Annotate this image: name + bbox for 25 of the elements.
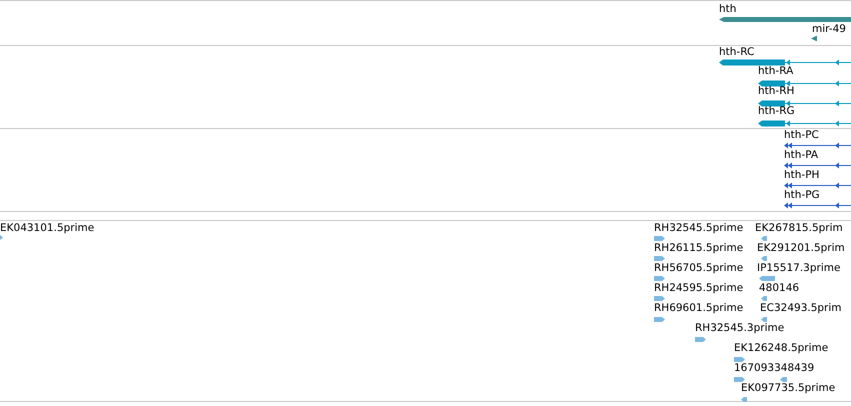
feature-label: RH69601.5prime xyxy=(654,302,744,315)
feature-label: RH56705.5prime xyxy=(654,262,744,275)
feature-label: EC32493.5prim xyxy=(760,302,842,315)
feature-label: RH26115.5prime xyxy=(654,242,744,255)
feature-label: hth-PA xyxy=(784,149,818,162)
feature-label: hth-PH xyxy=(784,169,820,182)
feature-label: hth-PG xyxy=(784,189,820,202)
feature-label: hth-RA xyxy=(758,65,794,78)
feature-label: hth-RG xyxy=(758,105,795,118)
feature-label: IP15517.3prime xyxy=(757,262,840,275)
feature-label: RH32545.5prime xyxy=(654,222,744,235)
feature-label: EK126248.5prime xyxy=(734,342,828,355)
feature-label: EK291201.5prim xyxy=(757,242,845,255)
feature-label: hth-PC xyxy=(784,129,819,142)
feature-label: mir-49 xyxy=(812,23,846,36)
feature-label: hth-RH xyxy=(758,85,794,98)
feature-label: 480146 xyxy=(759,282,800,295)
feature-label: 167093348439 xyxy=(734,362,814,375)
feature-label: hth xyxy=(719,3,736,16)
feature-label: EK043101.5prime xyxy=(0,222,94,235)
feature-label: EK097735.5prime xyxy=(741,382,836,395)
feature-label: EK267815.5prim xyxy=(755,222,843,235)
feature-label: hth-RC xyxy=(719,46,754,59)
feature-label: RH32545.3prime xyxy=(695,322,784,335)
feature-label: RH24595.5prime xyxy=(654,282,744,295)
